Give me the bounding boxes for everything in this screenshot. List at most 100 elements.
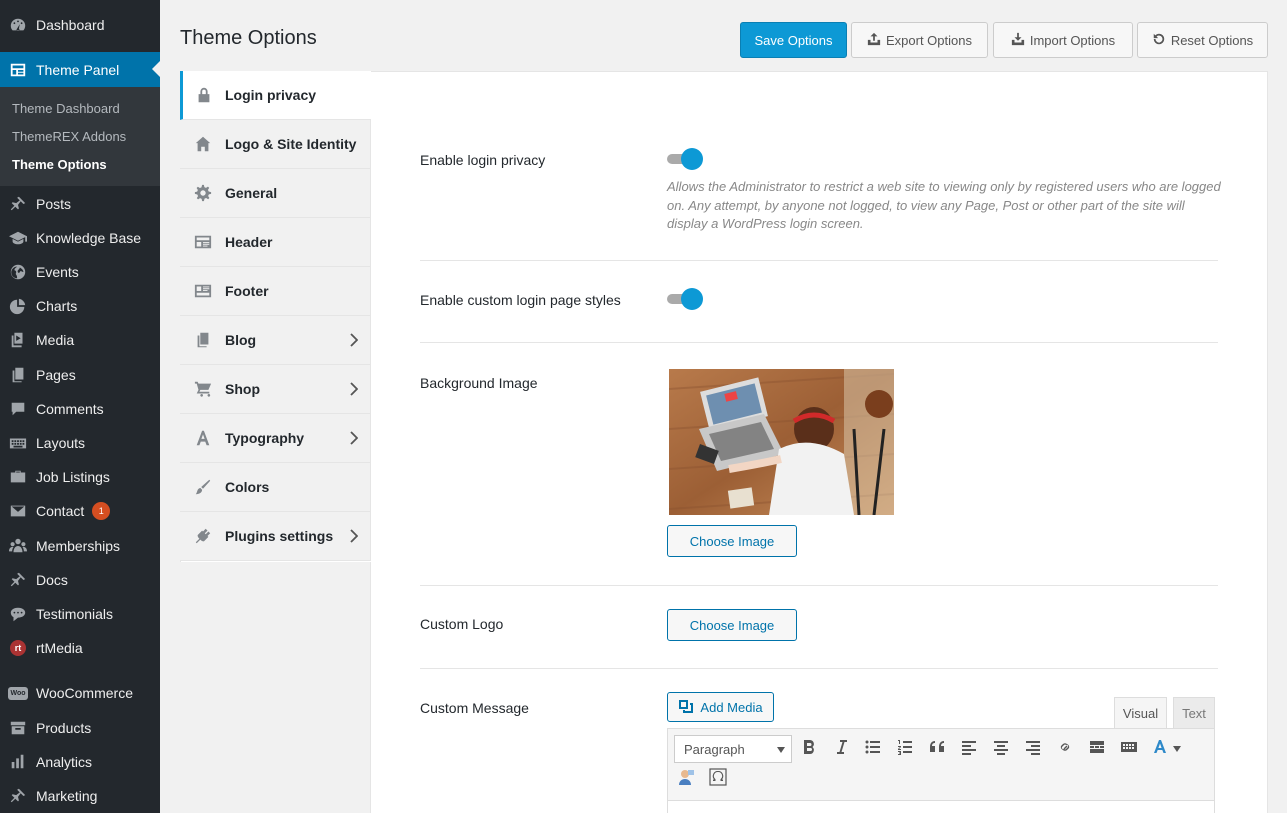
editor-tab-text[interactable]: Text <box>1173 697 1215 728</box>
plugin-icon <box>180 527 225 545</box>
align-right-button[interactable] <box>1020 736 1046 762</box>
menu-item-testimonials[interactable]: Testimonials <box>0 597 160 631</box>
menu-item-contact[interactable]: Contact 1 <box>0 494 160 528</box>
submenu-theme-options[interactable]: Theme Options <box>12 157 107 172</box>
tab-colors[interactable]: Colors <box>180 463 371 512</box>
menu-item-job-listings[interactable]: Job Listings <box>0 460 160 494</box>
chevron-right-icon <box>350 333 359 347</box>
reset-options-button[interactable]: Reset Options <box>1137 22 1268 58</box>
tab-plugins-settings[interactable]: Plugins settings <box>180 512 371 561</box>
editor-content-area[interactable] <box>668 800 1214 813</box>
menu-item-dashboard[interactable]: Dashboard <box>0 8 160 42</box>
read-more-button[interactable] <box>1084 736 1110 762</box>
tab-general[interactable]: General <box>180 169 371 218</box>
tab-shop[interactable]: Shop <box>180 365 371 414</box>
bullet-list-button[interactable] <box>860 736 886 762</box>
tab-footer[interactable]: Footer <box>180 267 371 316</box>
rtmedia-logo-wrap: rt <box>0 640 36 656</box>
menu-item-media[interactable]: Media <box>0 323 160 357</box>
menu-item-theme-panel[interactable]: Theme Panel <box>0 52 160 87</box>
notification-badge: 1 <box>92 502 111 520</box>
menu-item-pages[interactable]: Pages <box>0 358 160 392</box>
editor-tab-visual[interactable]: Visual <box>1114 697 1167 728</box>
custom-message-editor: Paragraph <box>667 728 1215 813</box>
menu-item-posts[interactable]: Posts <box>0 187 160 221</box>
menu-label: Job Listings <box>36 469 110 485</box>
archive-icon <box>0 719 36 737</box>
bold-button[interactable] <box>796 736 822 762</box>
save-options-button[interactable]: Save Options <box>740 22 847 58</box>
menu-item-layouts[interactable]: Layouts <box>0 426 160 460</box>
menu-item-products[interactable]: Products <box>0 711 160 745</box>
export-options-button[interactable]: Export Options <box>851 22 988 58</box>
menu-item-charts[interactable]: Charts <box>0 289 160 323</box>
add-media-button[interactable]: Add Media <box>667 692 774 722</box>
align-center-button[interactable] <box>988 736 1014 762</box>
chevron-right-icon <box>350 382 359 396</box>
bullet-list-icon <box>864 738 882 761</box>
blockquote-button[interactable] <box>924 736 950 762</box>
person-icon <box>677 768 695 791</box>
globe-icon <box>0 263 36 281</box>
menu-item-memberships[interactable]: Memberships <box>0 529 160 563</box>
insert-person-button[interactable] <box>673 766 699 792</box>
tab-label: Header <box>225 234 273 250</box>
logo-choose-image-button[interactable]: Choose Image <box>667 609 797 641</box>
submenu-themerex-addons[interactable]: ThemeREX Addons <box>12 129 126 144</box>
format-select-value: Paragraph <box>684 741 745 757</box>
insert-link-button[interactable] <box>1052 736 1078 762</box>
page-title: Theme Options <box>180 27 317 49</box>
separator <box>420 342 1218 343</box>
menu-item-rtmedia[interactable]: rt rtMedia <box>0 631 160 665</box>
background-choose-image-button[interactable]: Choose Image <box>667 525 797 557</box>
tab-label: Colors <box>225 479 270 495</box>
align-right-icon <box>1024 738 1042 761</box>
woocommerce-logo: Woo <box>8 686 28 700</box>
separator <box>420 585 1218 586</box>
tab-blog[interactable]: Blog <box>180 316 371 365</box>
submenu-theme-dashboard[interactable]: Theme Dashboard <box>12 101 120 116</box>
font-dropdown-button[interactable] <box>1170 736 1184 762</box>
menu-label: Marketing <box>36 788 98 804</box>
menu-label: rtMedia <box>36 640 83 656</box>
custom-message-label: Custom Message <box>420 700 529 716</box>
menu-label: Events <box>36 264 79 280</box>
tab-logo-site-identity[interactable]: Logo & Site Identity <box>180 120 371 169</box>
menu-item-marketing[interactable]: Marketing <box>0 779 160 813</box>
comment-icon <box>0 400 36 418</box>
tab-login-privacy[interactable]: Login privacy <box>180 71 371 120</box>
omega-icon <box>709 767 727 791</box>
blog-icon <box>180 331 225 349</box>
menu-item-knowledge-base[interactable]: Knowledge Base <box>0 221 160 255</box>
pages-icon <box>0 366 36 384</box>
quote-icon <box>928 738 946 761</box>
numbered-list-button[interactable] <box>892 736 918 762</box>
brush-icon <box>180 478 225 496</box>
menu-item-events[interactable]: Events <box>0 255 160 289</box>
align-center-icon <box>992 738 1010 761</box>
read-more-icon <box>1088 738 1106 761</box>
dropdown-arrow-icon <box>777 747 785 753</box>
font-icon <box>1152 738 1170 761</box>
login-privacy-toggle[interactable] <box>667 148 703 170</box>
italic-button[interactable] <box>828 736 854 762</box>
format-select[interactable]: Paragraph <box>674 735 792 763</box>
menu-item-analytics[interactable]: Analytics <box>0 745 160 779</box>
toolbar-toggle-button[interactable] <box>1116 736 1142 762</box>
dropdown-arrow-icon <box>1173 746 1181 752</box>
menu-item-docs[interactable]: Docs <box>0 563 160 597</box>
testimonial-icon <box>0 605 36 623</box>
menu-item-woocommerce[interactable]: Woo WooCommerce <box>0 676 160 710</box>
bold-icon <box>800 738 818 761</box>
theme-panel-icon <box>0 61 36 79</box>
menu-label: Analytics <box>36 754 93 770</box>
chevron-right-icon <box>350 529 359 543</box>
align-left-button[interactable] <box>956 736 982 762</box>
import-options-button[interactable]: Import Options <box>993 22 1133 58</box>
tab-typography[interactable]: Typography <box>180 414 371 463</box>
tab-label: Blog <box>225 332 257 348</box>
special-character-button[interactable] <box>705 766 731 792</box>
tab-header[interactable]: Header <box>180 218 371 267</box>
menu-item-comments[interactable]: Comments <box>0 392 160 426</box>
custom-login-styles-toggle[interactable] <box>667 288 703 310</box>
